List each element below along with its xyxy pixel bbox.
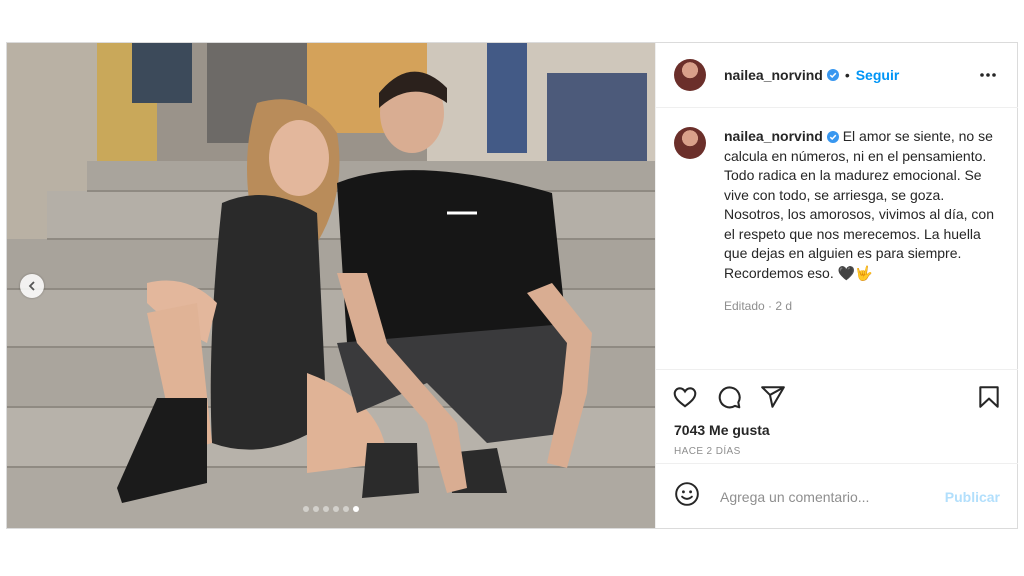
post-header: nailea_norvind • Seguir [656,43,1018,108]
carousel-prev-button[interactable] [20,274,44,298]
carousel-dot [343,506,349,512]
photo-illustration [7,43,655,528]
smiley-icon [675,482,699,506]
emoji-button[interactable] [674,481,700,512]
post-photo[interactable] [7,43,655,528]
carousel-dot [323,506,329,512]
post-sidebar: nailea_norvind • Seguir nailea_norvind E… [655,43,1018,528]
paper-plane-icon [761,386,785,408]
chevron-left-icon [28,281,35,291]
comment-input[interactable] [718,487,932,506]
post-caption: nailea_norvind El amor se siente, no se … [674,127,1004,317]
share-button[interactable] [760,384,786,415]
comment-composer: Publicar [656,463,1018,529]
caption-avatar[interactable] [674,127,706,159]
like-button[interactable] [672,384,698,415]
verified-badge-icon [826,69,839,81]
heart-icon [673,387,697,408]
carousel-dot-active [353,506,359,512]
bookmark-icon [979,386,999,408]
comment-button[interactable] [716,384,742,415]
caption-body: nailea_norvind El amor se siente, no se … [724,127,1004,317]
carousel-dot [313,506,319,512]
avatar[interactable] [674,59,706,91]
caption-username-link[interactable]: nailea_norvind [724,128,823,144]
follow-button[interactable]: Seguir [856,67,900,83]
save-button[interactable] [976,384,1002,415]
username-link[interactable]: nailea_norvind [724,67,823,83]
actions-section: 7043 Me gusta HACE 2 DÍAS [656,369,1018,457]
likes-count[interactable]: 7043 Me gusta [674,422,770,438]
post-time-ago[interactable]: HACE 2 DÍAS [674,446,741,457]
caption-text: El amor se siente, no se calcula en núme… [724,128,994,281]
edited-timestamp: Editado · 2 d [724,299,793,313]
action-bar [672,384,786,415]
carousel-indicators [7,506,655,512]
carousel-dot [303,506,309,512]
carousel-dot [333,506,339,512]
more-options-icon[interactable] [978,65,998,85]
separator-dot: • [844,67,850,83]
verified-badge-icon [826,131,839,143]
instagram-post: nailea_norvind • Seguir nailea_norvind E… [6,42,1018,529]
publish-button[interactable]: Publicar [945,489,1000,505]
comment-icon [718,386,741,409]
